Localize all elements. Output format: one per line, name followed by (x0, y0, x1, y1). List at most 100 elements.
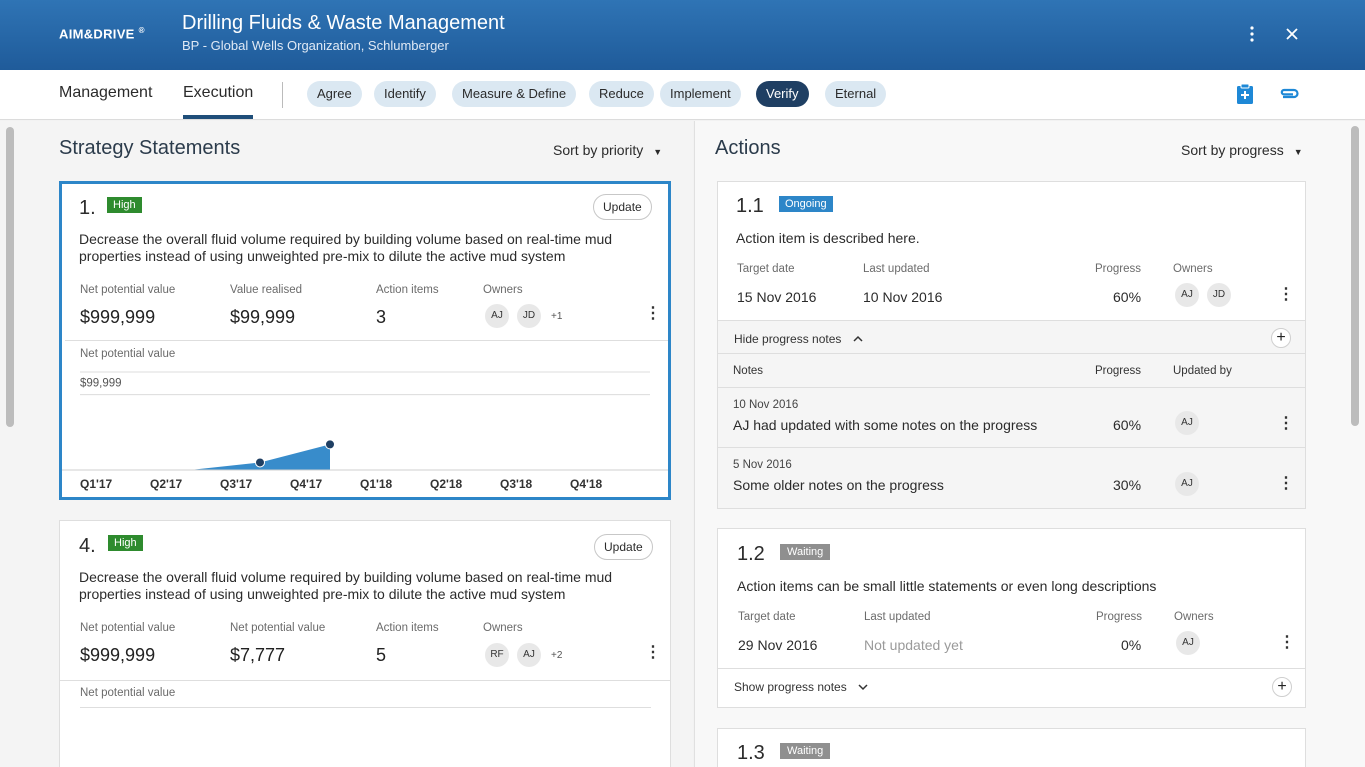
chart-x-tick-label: Q1'18 (360, 477, 393, 491)
tab-execution[interactable]: Execution (183, 84, 254, 119)
note-progress: 60% (1113, 417, 1142, 433)
stage-reduce[interactable]: Reduce (589, 81, 654, 107)
chart-gridline (80, 707, 651, 708)
avatar[interactable]: AJ (1176, 631, 1200, 655)
metric-label: Net potential value (80, 284, 176, 296)
strategy-description-line1: Decrease the overall fluid volume requir… (79, 569, 613, 585)
main-nav: Management Execution Agree Identify Meas… (0, 70, 1365, 120)
more-vertical-icon[interactable] (1240, 22, 1264, 46)
avatar[interactable]: AJ (1175, 283, 1199, 307)
chart-x-tick-label: Q4'17 (290, 477, 323, 491)
chart-x-tick-label: Q2'17 (150, 477, 183, 491)
target-date-value: 29 Nov 2016 (738, 637, 818, 653)
hide-progress-notes-toggle[interactable]: Hide progress notes (734, 332, 863, 346)
avatar[interactable]: JD (1207, 283, 1231, 307)
clipboard-add-icon[interactable] (1233, 82, 1257, 106)
actions-sort-dropdown[interactable]: Sort by progress ▼ (1181, 142, 1303, 158)
strategy-sort-dropdown[interactable]: Sort by priority ▼ (553, 142, 662, 158)
more-vertical-icon[interactable]: ⋮ (1278, 287, 1294, 303)
action-card[interactable]: 1.3 Waiting (717, 728, 1306, 767)
last-updated-label: Last updated (864, 611, 931, 623)
more-vertical-icon[interactable]: ⋮ (645, 306, 661, 322)
chart-x-tick-label: Q4'18 (570, 477, 603, 491)
stage-implement[interactable]: Implement (660, 81, 741, 107)
app-title: Drilling Fluids & Waste Management (182, 12, 505, 34)
avatar[interactable]: JD (517, 304, 541, 328)
last-updated-label: Last updated (863, 263, 930, 275)
actions-sort-label: Sort by progress (1181, 142, 1284, 158)
avatar[interactable]: AJ (517, 643, 541, 667)
action-card[interactable]: 1.1 Ongoing Action item is described her… (717, 181, 1306, 509)
avatar[interactable]: AJ (485, 304, 509, 328)
metric-value: $7,777 (230, 645, 286, 665)
action-card[interactable]: 1.2 Waiting Action items can be small li… (717, 528, 1306, 708)
chart-title: Net potential value (80, 348, 176, 360)
updated-by-column-header: Updated by (1173, 365, 1232, 377)
show-progress-notes-toggle[interactable]: Show progress notes (734, 680, 868, 694)
add-note-button[interactable]: + (1271, 328, 1291, 348)
more-vertical-icon[interactable]: ⋮ (1278, 416, 1294, 432)
chart-title: Net potential value (80, 687, 176, 699)
progress-column-header: Progress (1095, 365, 1142, 377)
notes-column-header: Notes (733, 365, 764, 377)
close-icon[interactable] (1280, 22, 1304, 46)
action-number: 1.1 (736, 195, 764, 217)
stage-agree[interactable]: Agree (307, 81, 362, 107)
more-vertical-icon[interactable]: ⋮ (1279, 635, 1295, 651)
brand-registered-mark: ® (138, 26, 145, 35)
chart-data-point (255, 457, 265, 468)
more-vertical-icon[interactable]: ⋮ (1278, 476, 1294, 492)
last-updated-value: Not updated yet (864, 637, 963, 653)
stage-eternal[interactable]: Eternal (825, 81, 887, 107)
notes-toggle-label: Show progress notes (734, 680, 847, 694)
status-badge: Ongoing (779, 196, 833, 212)
avatar[interactable]: AJ (1175, 472, 1199, 496)
strategy-pane: Strategy Statements Sort by priority ▼ 1.… (0, 121, 693, 767)
app-header: AIM&DRIVE ® Drilling Fluids & Waste Manag… (0, 0, 1365, 70)
more-vertical-icon[interactable]: ⋮ (645, 645, 661, 661)
divider (718, 320, 1305, 321)
stage-identify[interactable]: Identify (374, 81, 436, 107)
actions-scrollbar[interactable] (1351, 126, 1359, 426)
nav-divider (282, 82, 283, 108)
update-button[interactable]: Update (594, 534, 653, 560)
progress-label: Progress (1096, 611, 1143, 623)
owners-label: Owners (483, 284, 523, 296)
add-note-button[interactable]: + (1272, 677, 1292, 697)
stage-measure-define[interactable]: Measure & Define (452, 81, 577, 107)
update-button[interactable]: Update (593, 194, 652, 220)
tab-management[interactable]: Management (59, 84, 152, 102)
target-date-label: Target date (738, 611, 796, 623)
strategy-sort-label: Sort by priority (553, 142, 644, 158)
more-owners-count[interactable]: +2 (551, 650, 562, 661)
note-date: 10 Nov 2016 (733, 399, 799, 411)
actions-title: Actions (715, 137, 781, 159)
action-description: Action item is described here. (736, 230, 920, 246)
target-date-value: 15 Nov 2016 (737, 289, 817, 305)
strategy-number: 4. (79, 535, 96, 557)
chart-x-tick-label: Q2'18 (430, 477, 463, 491)
owners-label: Owners (1173, 263, 1213, 275)
attachment-icon[interactable] (1277, 82, 1301, 106)
avatar[interactable]: AJ (1175, 411, 1199, 435)
strategy-scrollbar[interactable] (6, 127, 14, 427)
progress-value: 60% (1113, 289, 1142, 305)
metric-label: Action items (376, 622, 439, 634)
more-owners-count[interactable]: +1 (551, 311, 562, 322)
priority-badge: High (108, 535, 143, 551)
strategy-title: Strategy Statements (59, 137, 241, 159)
metric-label: Net potential value (80, 622, 176, 634)
caret-down-icon: ▼ (1293, 147, 1303, 157)
chart-x-tick-label: Q3'17 (220, 477, 253, 491)
caret-down-icon: ▼ (653, 147, 663, 157)
strategy-description-line1: Decrease the overall fluid volume requir… (79, 231, 613, 247)
owners-label: Owners (483, 622, 523, 634)
action-number: 1.2 (737, 543, 765, 565)
strategy-card[interactable]: 4. High Update Decrease the overall flui… (59, 520, 671, 767)
metric-value: $99,999 (230, 307, 296, 327)
strategy-card[interactable]: 1. High Update Decrease the overall flui… (59, 181, 671, 500)
metric-value: 5 (376, 645, 387, 665)
avatar[interactable]: RF (485, 643, 509, 667)
divider (718, 387, 1305, 388)
stage-verify[interactable]: Verify (756, 81, 809, 107)
